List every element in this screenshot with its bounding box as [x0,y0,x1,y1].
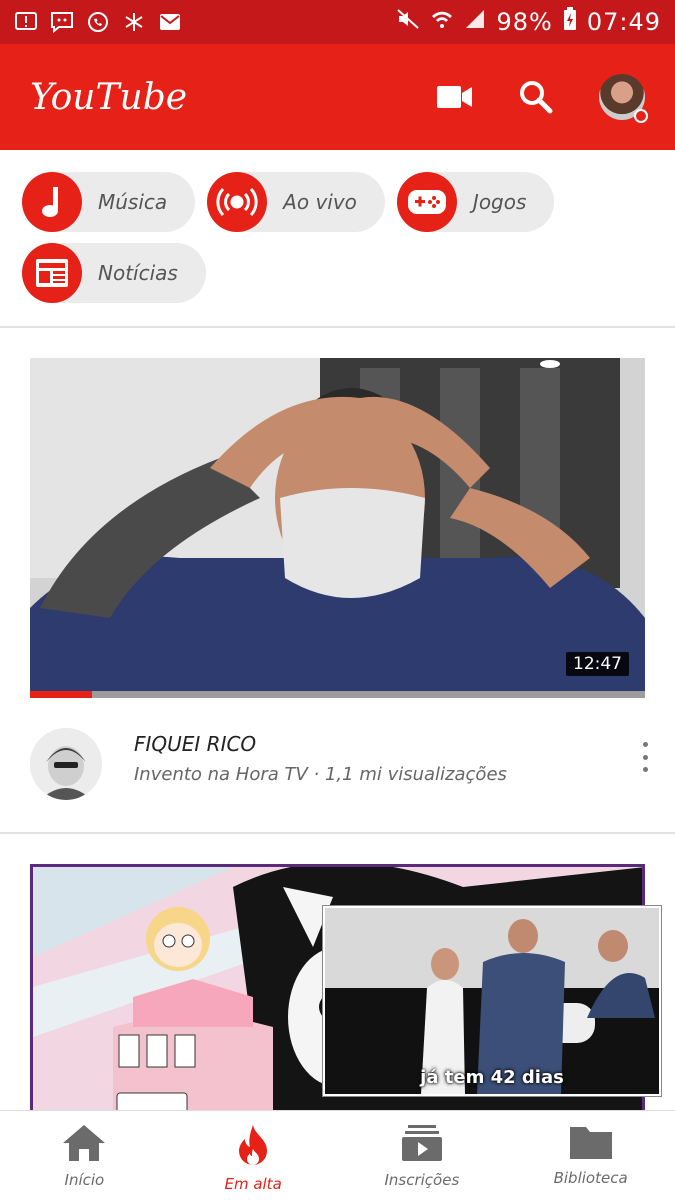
flame-icon [235,1123,271,1171]
nav-trending[interactable]: Em alta [169,1111,338,1200]
nav-subscriptions[interactable]: Inscrições [338,1111,507,1200]
signal-icon [464,8,486,36]
chip-games[interactable]: Jogos [396,172,555,232]
wifi-icon [430,8,454,36]
app-bar-actions [437,74,648,123]
video-title[interactable]: FIQUEI RICO [134,732,256,756]
subscriptions-icon [401,1123,442,1167]
chip-row: Notícias [22,243,662,303]
nav-label: Em alta [224,1175,282,1193]
chip-label: Música [98,190,168,214]
chip-news[interactable]: Notícias [22,243,206,303]
app-bar: YouTube [0,44,675,150]
live-broadcast-icon [207,172,268,232]
bottom-navigation: Início Em alta Inscrições Biblioteca [0,1110,675,1200]
chip-row: Música Ao vivo Jogos [22,172,662,232]
video-thumbnail[interactable]: 12:47 [30,358,645,698]
nav-home[interactable]: Início [0,1111,169,1200]
nav-library[interactable]: Biblioteca [506,1111,675,1200]
chip-label: Jogos [472,190,527,214]
gamepad-icon [396,172,457,232]
divider [0,832,675,834]
category-chips: Música Ao vivo Jogos Notícias [22,172,662,314]
home-icon [61,1123,107,1167]
newspaper-icon [22,243,82,303]
chip-music[interactable]: Música [22,172,196,232]
notification-icons [14,10,182,34]
chip-label: Notícias [98,261,178,285]
status-bar: 98% 07:49 [0,0,675,44]
nav-label: Inscrições [384,1171,460,1189]
divider [0,326,675,328]
whatsapp-icon [86,10,110,34]
chat-alert-icon [50,10,74,34]
search-icon[interactable] [519,80,553,114]
clock: 07:49 [586,8,661,36]
mail-icon [158,10,182,34]
watch-progress-fill [30,691,92,698]
nav-label: Biblioteca [553,1169,628,1187]
chip-live[interactable]: Ao vivo [207,172,385,232]
more-options-icon[interactable] [638,742,652,772]
camera-icon[interactable] [437,85,473,109]
video-meta: FIQUEI RICO Invento na Hora TV · 1,1 mi … [30,728,660,806]
music-note-icon [22,172,82,232]
snowflake-icon [122,10,146,34]
alert-icon [14,10,38,34]
battery-text: 98% [496,8,553,36]
system-status: 98% 07:49 [396,7,661,37]
mini-player-caption: já tem 42 dias [420,1067,564,1088]
watch-progress-bar [30,691,645,698]
mini-player[interactable]: já tem 42 dias [323,906,661,1096]
thumbnail-image [30,358,645,698]
folder-icon [568,1123,614,1165]
battery-charging-icon [563,7,577,37]
account-avatar[interactable] [599,74,648,123]
video-duration: 12:47 [566,652,629,676]
nav-label: Início [64,1171,105,1189]
mute-icon [396,8,420,36]
video-subtitle: Invento na Hora TV · 1,1 mi visualizaçõe… [134,764,507,785]
app-title: YouTube [30,76,188,118]
channel-avatar[interactable] [30,728,102,800]
chip-label: Ao vivo [283,190,357,214]
notification-dot [634,109,648,123]
